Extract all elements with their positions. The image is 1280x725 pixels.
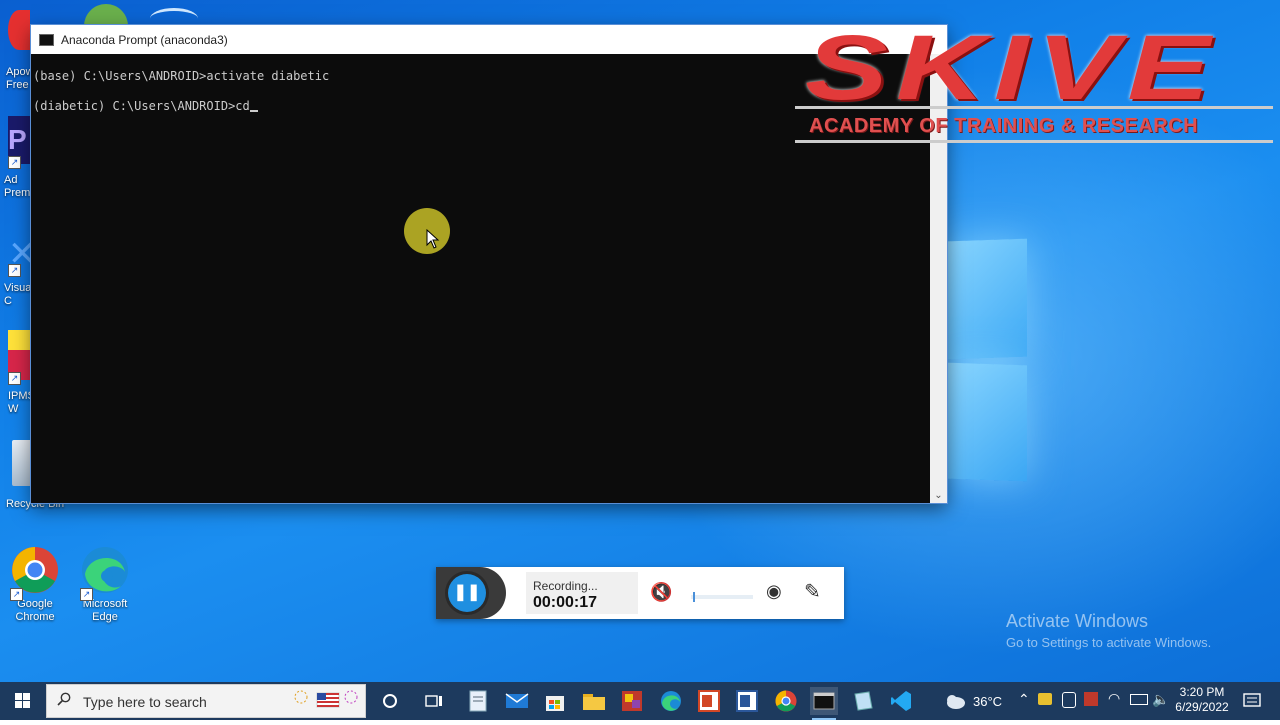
chrome-icon bbox=[775, 690, 797, 712]
terminal-line: (diabetic) C:\Users\ANDROID>cd bbox=[33, 99, 928, 115]
search-icon bbox=[57, 692, 71, 706]
desktop-icon-edge[interactable]: Microsoft Edge bbox=[70, 546, 140, 624]
windows-logo-pane-bl bbox=[947, 362, 1027, 482]
fireworks-flag-icon bbox=[294, 690, 358, 708]
taskbar-app-explorer[interactable] bbox=[580, 687, 608, 715]
desktop-icon-chrome[interactable]: Google Chrome bbox=[0, 546, 70, 624]
logo-rule-top bbox=[795, 106, 1273, 109]
store-icon bbox=[546, 696, 564, 711]
search-input[interactable] bbox=[81, 691, 285, 713]
cortana-button[interactable] bbox=[376, 687, 404, 715]
taskbar-app-notes[interactable] bbox=[849, 687, 877, 715]
recorder-left-panel: ❚❚ bbox=[436, 567, 506, 619]
webcam-icon[interactable]: ◉ bbox=[766, 581, 782, 602]
window-title: Anaconda Prompt (anaconda3) bbox=[61, 32, 228, 47]
desktop: Apow Free P ↗ Ad Prem ✕ ↗ Visua C ↗ IPMS… bbox=[0, 0, 1280, 682]
taskbar-app-edge[interactable] bbox=[657, 687, 685, 715]
shortcut-arrow-icon: ↗ bbox=[8, 156, 21, 169]
recording-status: Recording... 00:00:17 bbox=[526, 572, 638, 614]
apowersoft-label: Apow Free bbox=[6, 66, 34, 91]
taskbar-app-mail[interactable] bbox=[503, 687, 531, 715]
top-icon-2[interactable] bbox=[84, 4, 128, 26]
word-icon bbox=[736, 690, 758, 712]
vscode-icon bbox=[891, 691, 911, 711]
clock-date: 6/29/2022 bbox=[1175, 700, 1229, 714]
powerpoint-icon bbox=[698, 690, 720, 712]
skive-logo: SKIVE ACADEMY OF TRAINING & RESEARCH bbox=[795, 17, 1273, 146]
speaker-icon[interactable]: 🔈 bbox=[1152, 691, 1169, 708]
battery-icon[interactable] bbox=[1130, 694, 1148, 705]
edge-label-2: Edge bbox=[92, 611, 118, 623]
scroll-down-icon[interactable]: ⌄ bbox=[930, 490, 947, 501]
edge-icon bbox=[82, 547, 128, 593]
logo-rule-bottom bbox=[795, 140, 1273, 143]
taskbar-app-vscode[interactable] bbox=[887, 687, 915, 715]
clock-time: 3:20 PM bbox=[1179, 685, 1225, 699]
pen-icon[interactable]: ✎ bbox=[804, 579, 821, 604]
chrome-label-2: Chrome bbox=[15, 611, 55, 623]
terminal-icon bbox=[813, 692, 835, 710]
taskbar-search[interactable] bbox=[46, 684, 366, 718]
document-app-icon bbox=[469, 690, 487, 712]
weather-cloud-icon[interactable] bbox=[944, 692, 966, 710]
shortcut-arrow-icon: ↗ bbox=[8, 372, 21, 385]
recycle-bin-icon[interactable] bbox=[12, 440, 32, 486]
paint-app-icon bbox=[622, 691, 642, 711]
screen-recorder-toolbar: ❚❚ Recording... 00:00:17 🔇 ◉ ✎ bbox=[436, 567, 844, 619]
cortana-icon bbox=[383, 694, 397, 708]
taskbar-app-terminal[interactable] bbox=[810, 687, 838, 720]
terminal-icon bbox=[39, 33, 54, 46]
shortcut-arrow-icon: ↗ bbox=[8, 264, 21, 277]
edge-icon bbox=[661, 691, 681, 711]
windows-logo-pane-tl bbox=[947, 238, 1027, 360]
taskbar-clock[interactable]: 3:20 PM 6/29/2022 bbox=[1172, 685, 1232, 715]
taskbar-app-paint[interactable] bbox=[618, 687, 646, 715]
taskbar-app-powerpoint[interactable] bbox=[695, 687, 723, 715]
activate-windows-watermark: Activate Windows Go to Settings to activ… bbox=[1006, 611, 1211, 650]
logo-tagline: ACADEMY OF TRAINING & RESEARCH bbox=[809, 115, 1199, 137]
text-caret bbox=[249, 110, 258, 112]
watermark-subtitle: Go to Settings to activate Windows. bbox=[1006, 635, 1212, 650]
notebook-icon bbox=[854, 691, 873, 711]
tray-app-icon-1[interactable] bbox=[1038, 693, 1052, 705]
recording-timer: 00:00:17 bbox=[533, 594, 598, 611]
muted-speaker-icon[interactable]: 🔇 bbox=[650, 582, 672, 603]
taskbar-app-notepad[interactable] bbox=[464, 687, 492, 715]
premiere-label: Ad Prem bbox=[4, 174, 31, 199]
notification-center-button[interactable] bbox=[1238, 687, 1266, 715]
apowersoft-icon[interactable] bbox=[8, 10, 30, 50]
terminal-line: (base) C:\Users\ANDROID>activate diabeti… bbox=[33, 69, 330, 83]
taskbar-app-chrome[interactable] bbox=[772, 687, 800, 715]
shortcut-arrow-icon: ↗ bbox=[10, 588, 23, 601]
task-view-button[interactable] bbox=[420, 687, 448, 715]
start-button[interactable] bbox=[0, 682, 46, 720]
mail-icon bbox=[505, 693, 529, 708]
volume-slider-thumb[interactable] bbox=[693, 592, 695, 602]
meet-now-icon[interactable] bbox=[1062, 692, 1076, 708]
mouse-pointer-icon bbox=[426, 229, 440, 249]
weather-temperature[interactable]: 36°C bbox=[973, 694, 1002, 709]
shortcut-arrow-icon: ↗ bbox=[80, 588, 93, 601]
wifi-icon[interactable]: ◠ bbox=[1108, 690, 1120, 707]
recording-label: Recording... bbox=[533, 579, 598, 593]
notification-icon bbox=[1243, 693, 1261, 707]
folder-icon bbox=[583, 694, 605, 710]
chrome-icon bbox=[12, 547, 58, 593]
taskbar-app-store[interactable] bbox=[541, 687, 569, 715]
tray-app-icon-3[interactable] bbox=[1084, 692, 1098, 706]
volume-slider[interactable] bbox=[691, 592, 753, 602]
taskbar-app-word[interactable] bbox=[733, 687, 761, 715]
windows-start-icon bbox=[15, 693, 30, 708]
task-view-icon bbox=[425, 695, 442, 707]
visual-label: Visua C bbox=[4, 282, 32, 307]
watermark-title: Activate Windows bbox=[1006, 611, 1149, 631]
show-hidden-icons-chevron-icon[interactable]: ⌃ bbox=[1018, 691, 1030, 708]
taskbar: 36°C ⌃ ◠ 🔈 3:20 PM 6/29/2022 bbox=[0, 682, 1280, 720]
pause-button[interactable]: ❚❚ bbox=[448, 574, 486, 612]
